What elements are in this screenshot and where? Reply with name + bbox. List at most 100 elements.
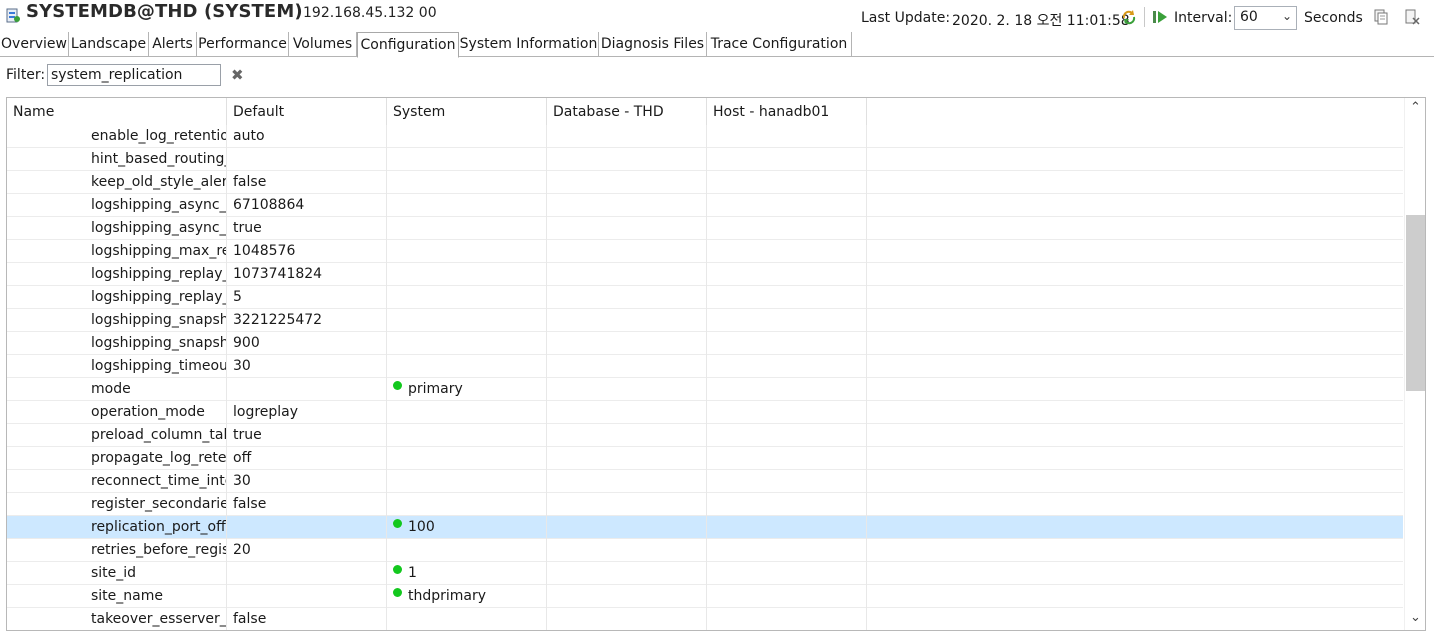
cell-system — [387, 125, 547, 148]
header-bar: SYSTEMDB@THD (SYSTEM) 192.168.45.132 00 … — [0, 0, 1434, 32]
cell-database — [547, 286, 707, 309]
cell-host — [707, 424, 867, 447]
refresh-icon[interactable] — [1121, 9, 1137, 25]
vertical-scrollbar[interactable]: ⌃ ⌄ — [1404, 98, 1425, 630]
cell-default — [227, 562, 387, 585]
cell-system-value: primary — [408, 381, 463, 397]
table-row[interactable]: replication_port_offs 100 — [7, 516, 1403, 539]
tab-configuration[interactable]: Configuration — [357, 32, 459, 58]
cell-host — [707, 447, 867, 470]
table-row[interactable]: enable_log_retention auto — [7, 125, 1403, 148]
cell-default: 30 — [227, 470, 387, 493]
cell-database — [547, 447, 707, 470]
scroll-down-icon[interactable]: ⌄ — [1410, 610, 1421, 625]
configuration-table: Name ⌃ Default System Database - THD Hos… — [6, 97, 1426, 631]
table-row[interactable]: logshipping_async_w true — [7, 217, 1403, 240]
cell-default: 900 — [227, 332, 387, 355]
table-row[interactable]: logshipping_max_re 1048576 — [7, 240, 1403, 263]
cell-database — [547, 332, 707, 355]
tab-system-information[interactable]: System Information — [459, 32, 599, 57]
cell-name: site_id — [7, 562, 227, 585]
interval-value: 60 — [1240, 9, 1258, 25]
interval-select[interactable]: 60 ⌄ — [1234, 6, 1297, 30]
table-row[interactable]: logshipping_timeou 30 — [7, 355, 1403, 378]
cell-database — [547, 608, 707, 630]
table-row[interactable]: retries_before_regist 20 — [7, 539, 1403, 562]
cell-name: enable_log_retention — [7, 125, 227, 148]
table-row[interactable]: takeover_esserver_w false — [7, 608, 1403, 630]
table-row[interactable]: logshipping_replay_ 1073741824 — [7, 263, 1403, 286]
cell-system — [387, 217, 547, 240]
cell-system — [387, 539, 547, 562]
table-row[interactable]: propagate_log_reter off — [7, 447, 1403, 470]
cell-default: off — [227, 447, 387, 470]
table-row[interactable]: preload_column_tab true — [7, 424, 1403, 447]
table-row[interactable]: mode primary — [7, 378, 1403, 401]
cell-name: takeover_esserver_w — [7, 608, 227, 630]
column-header-default[interactable]: Default — [227, 98, 387, 125]
cell-system — [387, 493, 547, 516]
column-header-database[interactable]: Database - THD — [547, 98, 707, 125]
tab-bar: Overview Landscape Alerts Performance Volume… — [0, 32, 1434, 58]
host-address: 192.168.45.132 00 — [303, 5, 437, 21]
scroll-up-icon[interactable]: ⌃ — [1410, 100, 1421, 115]
table-row[interactable]: site_name thdprimary — [7, 585, 1403, 608]
cell-host — [707, 194, 867, 217]
table-row[interactable]: register_secondaries false — [7, 493, 1403, 516]
cell-host — [707, 401, 867, 424]
cell-database — [547, 148, 707, 171]
cell-name: logshipping_replay_ — [7, 286, 227, 309]
cell-host — [707, 470, 867, 493]
cell-system-value: thdprimary — [408, 588, 487, 604]
column-header-name[interactable]: Name ⌃ — [7, 98, 227, 125]
table-row[interactable]: reconnect_time_inte 30 — [7, 470, 1403, 493]
cell-database — [547, 217, 707, 240]
scroll-thumb[interactable] — [1406, 215, 1425, 391]
cell-host — [707, 148, 867, 171]
tab-overview[interactable]: Overview — [0, 32, 69, 57]
table-row[interactable]: logshipping_async_b 67108864 — [7, 194, 1403, 217]
cell-system — [387, 240, 547, 263]
cell-host — [707, 217, 867, 240]
table-row[interactable]: logshipping_snapsh 900 — [7, 332, 1403, 355]
interval-label: Interval: — [1174, 10, 1233, 26]
cell-name: retries_before_regist — [7, 539, 227, 562]
cell-host — [707, 332, 867, 355]
copy-icon[interactable] — [1373, 9, 1389, 25]
play-icon[interactable] — [1152, 10, 1168, 24]
cell-host — [707, 240, 867, 263]
cell-system-value: 100 — [408, 519, 435, 535]
column-header-system[interactable]: System — [387, 98, 547, 125]
tab-volumes[interactable]: Volumes — [289, 32, 357, 57]
cell-host — [707, 562, 867, 585]
tab-alerts[interactable]: Alerts — [149, 32, 197, 57]
status-dot-icon — [393, 565, 402, 574]
cell-host — [707, 263, 867, 286]
tab-diagnosis-files[interactable]: Diagnosis Files — [599, 32, 707, 57]
table-row[interactable]: keep_old_style_alert false — [7, 171, 1403, 194]
cell-default: 3221225472 — [227, 309, 387, 332]
cell-name: hint_based_routing_ — [7, 148, 227, 171]
tab-trace-configuration[interactable]: Trace Configuration — [707, 32, 852, 57]
filter-input[interactable]: system_replication — [47, 64, 221, 86]
tab-performance[interactable]: Performance — [197, 32, 289, 57]
cell-host — [707, 286, 867, 309]
column-header-host[interactable]: Host - hanadb01 — [707, 98, 867, 125]
tab-landscape[interactable]: Landscape — [69, 32, 149, 57]
table-row[interactable]: logshipping_snapsh 3221225472 — [7, 309, 1403, 332]
cell-database — [547, 171, 707, 194]
table-row[interactable]: operation_mode logreplay — [7, 401, 1403, 424]
table-row[interactable]: hint_based_routing_ — [7, 148, 1403, 171]
cell-default — [227, 516, 387, 539]
table-row[interactable]: site_id 1 — [7, 562, 1403, 585]
cell-host — [707, 171, 867, 194]
status-dot-icon — [393, 519, 402, 528]
clear-filter-icon[interactable]: ✖ — [231, 66, 244, 84]
cell-system: 100 — [387, 516, 547, 539]
cell-default — [227, 148, 387, 171]
table-row[interactable]: logshipping_replay_ 5 — [7, 286, 1403, 309]
cell-host — [707, 585, 867, 608]
cell-default: 1073741824 — [227, 263, 387, 286]
status-dot-icon — [393, 381, 402, 390]
export-icon[interactable] — [1404, 9, 1420, 25]
